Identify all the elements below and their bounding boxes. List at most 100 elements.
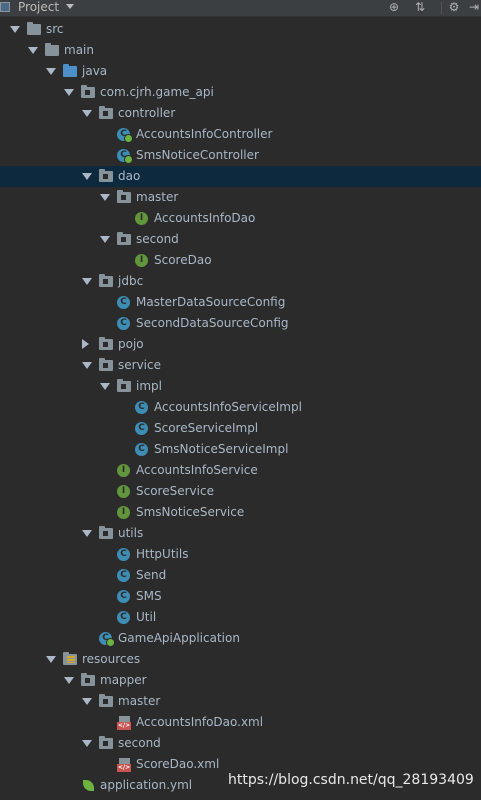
source-folder-icon [63,64,77,77]
tree-item-label: AccountsInfoDao.xml [136,715,264,729]
chevron-down-icon[interactable] [82,110,92,117]
package-icon [99,736,113,749]
package-icon [99,106,113,119]
chevron-down-icon[interactable] [82,278,92,285]
tree-row[interactable]: I AccountsInfoDao [0,208,481,229]
tree-item-label: SmsNoticeController [136,148,259,162]
tree-item-label: ScoreServiceImpl [154,421,259,435]
chevron-down-icon[interactable] [82,173,92,180]
tree-row[interactable]: I ScoreDao [0,250,481,271]
tree-row[interactable]: I AccountsInfoService [0,460,481,481]
watermark: https://blog.csdn.net/qq_28193409 [228,772,474,788]
spring-class-icon: C [117,149,133,164]
chevron-down-icon[interactable] [100,194,110,201]
chevron-down-icon[interactable] [66,4,74,9]
tree-item-label: service [118,358,161,372]
tree-row[interactable]: C SMS [0,586,481,607]
tree-row[interactable]: mapper [0,670,481,691]
project-view-title[interactable]: Project [18,0,59,15]
tree-item-label: HttpUtils [136,547,189,561]
hide-icon[interactable]: ⇥ [466,0,481,15]
chevron-down-icon[interactable] [46,68,56,75]
tree-item-label: GameApiApplication [118,631,240,645]
chevron-down-icon[interactable] [82,530,92,537]
tree-row[interactable]: dao [0,166,481,187]
chevron-down-icon[interactable] [28,47,38,54]
tree-item-label: jdbc [118,274,144,288]
tree-row[interactable]: main [0,40,481,61]
tree-row[interactable]: resources [0,649,481,670]
class-icon: C [117,611,130,624]
tree-row[interactable]: src [0,19,481,40]
chevron-down-icon[interactable] [100,236,110,243]
tree-item-label: ScoreDao [154,253,212,267]
tree-row[interactable]: java [0,61,481,82]
tree-row[interactable]: I SmsNoticeService [0,502,481,523]
collapse-all-icon[interactable]: ⇅ [412,0,428,15]
chevron-down-icon[interactable] [10,26,20,33]
tree-item-label: controller [118,106,176,120]
tree-row[interactable]: com.cjrh.game_api [0,82,481,103]
tree-row[interactable]: C HttpUtils [0,544,481,565]
tree-item-label: MasterDataSourceConfig [136,295,286,309]
tree-row[interactable]: C SecondDataSourceConfig [0,313,481,334]
tree-row[interactable]: C Send [0,565,481,586]
locate-icon[interactable]: ⊕ [386,0,402,15]
package-icon [117,379,131,392]
tree-item-label: resources [82,652,141,666]
tree-row[interactable]: master [0,187,481,208]
tree-item-label: AccountsInfoServiceImpl [154,400,302,414]
tree-row[interactable]: C SmsNoticeServiceImpl [0,439,481,460]
tree-row[interactable]: jdbc [0,271,481,292]
tree-row[interactable]: C AccountsInfoController [0,124,481,145]
interface-icon: I [135,254,148,267]
chevron-down-icon[interactable] [64,89,74,96]
tree-row[interactable]: second [0,733,481,754]
class-icon: C [117,590,130,603]
class-icon: C [117,317,130,330]
tree-row[interactable]: second [0,229,481,250]
xml-file-icon: </> [117,758,131,772]
tree-item-label: AccountsInfoController [136,127,273,141]
tree-row[interactable]: utils [0,523,481,544]
tree-item-label: com.cjrh.game_api [100,85,214,99]
package-icon [99,169,113,182]
tree-row[interactable]: C SmsNoticeController [0,145,481,166]
tree-row[interactable]: I ScoreService [0,481,481,502]
tree-item-label: second [136,232,179,246]
chevron-down-icon[interactable] [82,362,92,369]
class-icon: C [117,296,130,309]
tree-row[interactable]: impl [0,376,481,397]
tree-row[interactable]: C Util [0,607,481,628]
class-icon: C [135,401,148,414]
package-icon [99,274,113,287]
tree-row[interactable]: C AccountsInfoServiceImpl [0,397,481,418]
tree-item-label: Send [136,568,167,582]
package-icon [99,358,113,371]
tree-row[interactable]: controller [0,103,481,124]
package-icon [81,85,95,98]
tree-row[interactable]: pojo [0,334,481,355]
interface-icon: I [117,485,130,498]
package-icon [99,694,113,707]
chevron-right-icon[interactable] [82,339,89,349]
folder-icon [27,22,41,35]
gear-icon[interactable]: ⚙ [446,0,462,15]
toolbar-separator [441,2,442,14]
tree-row[interactable]: service [0,355,481,376]
tree-item-label: pojo [118,337,144,351]
chevron-down-icon[interactable] [46,656,56,663]
tree-row[interactable]: master [0,691,481,712]
chevron-down-icon[interactable] [64,677,74,684]
chevron-down-icon[interactable] [82,698,92,705]
chevron-down-icon[interactable] [82,740,92,747]
spring-class-icon: C [117,128,133,143]
tree-item-label: SmsNoticeService [136,505,245,519]
tree-item-label: impl [136,379,162,393]
tree-row[interactable]: C ScoreServiceImpl [0,418,481,439]
xml-file-icon: </> [117,716,131,730]
chevron-down-icon[interactable] [100,383,110,390]
tree-row[interactable]: C MasterDataSourceConfig [0,292,481,313]
tree-row[interactable]: </> AccountsInfoDao.xml [0,712,481,733]
tree-row[interactable]: C GameApiApplication [0,628,481,649]
